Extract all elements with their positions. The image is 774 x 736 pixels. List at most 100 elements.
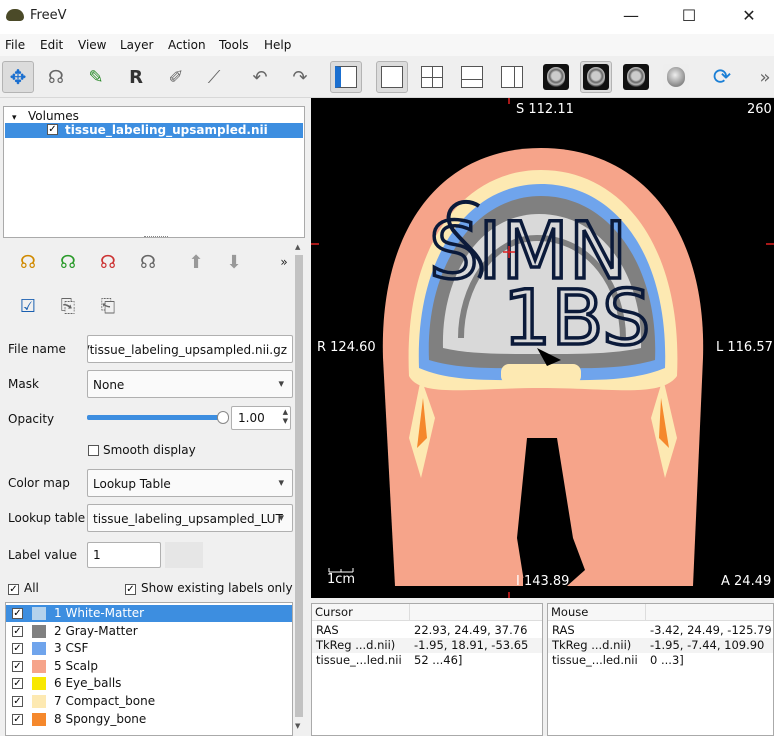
splitter-handle[interactable] bbox=[144, 236, 168, 238]
layout-1-3-icon bbox=[461, 66, 483, 88]
roi-edit-button[interactable]: R bbox=[120, 61, 152, 93]
load-volume-button[interactable]: ☊ bbox=[52, 246, 84, 278]
label-row[interactable]: ✓ 3 CSF bbox=[6, 640, 292, 657]
label-visible-checkbox[interactable]: ✓ bbox=[12, 608, 23, 619]
properties-button[interactable]: ☑ bbox=[12, 290, 44, 322]
menu-file[interactable]: File bbox=[5, 38, 25, 52]
label-row[interactable]: ✓ 6 Eye_balls bbox=[6, 675, 292, 692]
volume-visible-checkbox[interactable]: ✓ bbox=[47, 124, 58, 135]
mouse-row-tkreg[interactable]: TkReg ...d.nii) -1.95, -7.44, 109.90 bbox=[548, 638, 773, 653]
scroll-up-icon[interactable]: ▲ bbox=[295, 243, 300, 251]
label-row[interactable]: ✓ 1 White-Matter bbox=[6, 605, 292, 622]
view-coronal-button[interactable] bbox=[580, 61, 612, 93]
color-map-select[interactable]: Lookup Table bbox=[87, 469, 293, 497]
smooth-display-checkbox[interactable] bbox=[88, 443, 99, 457]
view-sagittal-button[interactable] bbox=[540, 61, 572, 93]
layout-grid-icon bbox=[421, 66, 443, 88]
copy-button[interactable]: ⎘ bbox=[52, 290, 84, 322]
paste-button[interactable]: ⎗ bbox=[92, 290, 124, 322]
layout-1-3-side-icon bbox=[501, 66, 523, 88]
view-axial-button[interactable] bbox=[620, 61, 652, 93]
maximize-button[interactable]: ☐ bbox=[666, 0, 712, 32]
properties-scrollbar[interactable]: ▲ ▼ bbox=[293, 240, 305, 736]
volume-item[interactable]: ✓ tissue_labeling_upsampled.nii bbox=[5, 123, 303, 138]
color-map-label: Color map bbox=[8, 476, 70, 490]
layout-1x1-sidebar-button[interactable] bbox=[330, 61, 362, 93]
smooth-display-label: Smooth display bbox=[103, 443, 196, 457]
recon-edit-button[interactable]: ☊ bbox=[40, 61, 72, 93]
column-divider bbox=[645, 604, 646, 621]
mouse-row-ras[interactable]: RAS -3.42, 24.49, -125.79 bbox=[548, 623, 773, 638]
coronal-viewport[interactable]: SIMN 1BS S 112.11 260 R 124.60 L 116.57 … bbox=[311, 98, 774, 598]
voxel-edit-button[interactable]: ✎ bbox=[80, 61, 112, 93]
mouse-key: RAS bbox=[552, 623, 575, 637]
close-button[interactable]: ✕ bbox=[726, 0, 772, 32]
opacity-slider-handle[interactable] bbox=[217, 411, 229, 424]
mouse-key: TkReg ...d.nii) bbox=[552, 638, 632, 652]
reset-view-button[interactable]: ⟳ bbox=[706, 61, 738, 93]
label-color-swatch bbox=[32, 624, 46, 638]
cursor-header-label: Cursor bbox=[315, 605, 353, 619]
show-existing-label: Show existing labels only bbox=[141, 581, 293, 595]
menu-layer[interactable]: Layer bbox=[120, 38, 153, 52]
cursor-row-tkreg[interactable]: TkReg ...d.nii) -1.95, 18.91, -53.65 bbox=[312, 638, 542, 653]
menu-help[interactable]: Help bbox=[264, 38, 291, 52]
mask-select[interactable]: None bbox=[87, 370, 293, 398]
menu-edit[interactable]: Edit bbox=[40, 38, 63, 52]
load-volume-icon: ☊ bbox=[60, 251, 76, 273]
label-color-swatch bbox=[32, 695, 46, 708]
cursor-row-volume[interactable]: tissue_...led.nii 52 ...46] bbox=[312, 653, 542, 668]
sagittal-brain-icon bbox=[543, 64, 569, 90]
lookup-table-label: Lookup table bbox=[8, 511, 86, 525]
layout-1-3-button[interactable] bbox=[456, 61, 488, 93]
all-label: All bbox=[24, 581, 39, 595]
redo-button[interactable]: ↷ bbox=[284, 61, 316, 93]
layout-1-3-side-button[interactable] bbox=[496, 61, 528, 93]
view-label-bottom: I 143.89 bbox=[516, 574, 570, 589]
close-volume-button[interactable]: ☊ bbox=[92, 246, 124, 278]
layout-2x2-button[interactable] bbox=[416, 61, 448, 93]
ruler-tool-button[interactable]: ⟋ bbox=[198, 61, 230, 93]
label-row[interactable]: ✓ 5 Scalp bbox=[6, 658, 292, 675]
label-visible-checkbox[interactable]: ✓ bbox=[12, 660, 23, 672]
label-visible-checkbox[interactable]: ✓ bbox=[12, 625, 23, 637]
all-checkbox[interactable]: ✓ bbox=[8, 582, 19, 596]
arrow-down-icon: ⬇ bbox=[226, 251, 242, 273]
show-existing-checkbox[interactable]: ✓ bbox=[125, 582, 136, 596]
menu-view[interactable]: View bbox=[78, 38, 106, 52]
label-value-input[interactable]: 1 bbox=[87, 542, 161, 568]
label-visible-checkbox[interactable]: ✓ bbox=[12, 678, 23, 690]
mri-slice: SIMN 1BS bbox=[311, 98, 774, 598]
menu-action[interactable]: Action bbox=[168, 38, 206, 52]
undo-button[interactable]: ↶ bbox=[244, 61, 276, 93]
label-row[interactable]: ✓ 2 Gray-Matter bbox=[6, 623, 292, 640]
label-visible-checkbox[interactable]: ✓ bbox=[12, 696, 23, 707]
label-color-swatch bbox=[32, 659, 46, 673]
file-name-field[interactable]: ep/tissue_labeling_upsampled.nii.gz bbox=[87, 335, 293, 363]
new-volume-button[interactable]: ☊ bbox=[12, 246, 44, 278]
toolbar-overflow-button[interactable]: » bbox=[756, 61, 774, 93]
scroll-down-icon[interactable]: ▼ bbox=[295, 722, 300, 730]
save-volume-button[interactable]: ☊ bbox=[132, 246, 164, 278]
mouse-value: -3.42, 24.49, -125.79 bbox=[650, 623, 772, 637]
opacity-slider[interactable] bbox=[87, 411, 229, 424]
pointset-edit-button[interactable]: ✐ bbox=[160, 61, 192, 93]
layout-single-button[interactable] bbox=[376, 61, 408, 93]
scrollbar-thumb[interactable] bbox=[295, 255, 303, 717]
move-down-button[interactable]: ⬇ bbox=[218, 246, 250, 278]
volumes-group[interactable]: ▾ Volumes bbox=[12, 109, 79, 123]
menu-tools[interactable]: Tools bbox=[219, 38, 249, 52]
label-visible-checkbox[interactable]: ✓ bbox=[12, 713, 23, 725]
label-row[interactable]: ✓ 7 Compact_bone bbox=[6, 693, 292, 710]
lookup-table-select[interactable]: tissue_labeling_upsampled_LUT bbox=[87, 504, 293, 532]
label-visible-checkbox[interactable]: ✓ bbox=[12, 643, 23, 655]
minimize-button[interactable]: — bbox=[608, 0, 654, 32]
opacity-spinbox[interactable]: 1.00 ▲ ▼ bbox=[231, 406, 291, 430]
label-row[interactable]: ✓ 8 Spongy_bone bbox=[6, 711, 292, 728]
move-up-button[interactable]: ⬆ bbox=[180, 246, 212, 278]
label-list: ✓ 1 White-Matter ✓ 2 Gray-Matter ✓ 3 CSF ✓ 5 Sc… bbox=[5, 602, 293, 736]
cursor-row-ras[interactable]: RAS 22.93, 24.49, 37.76 bbox=[312, 623, 542, 638]
view-3d-button[interactable] bbox=[660, 61, 692, 93]
navigate-tool-button[interactable]: ✥ bbox=[2, 61, 34, 93]
mouse-row-volume[interactable]: tissue_...led.nii 0 ...3] bbox=[548, 653, 773, 668]
